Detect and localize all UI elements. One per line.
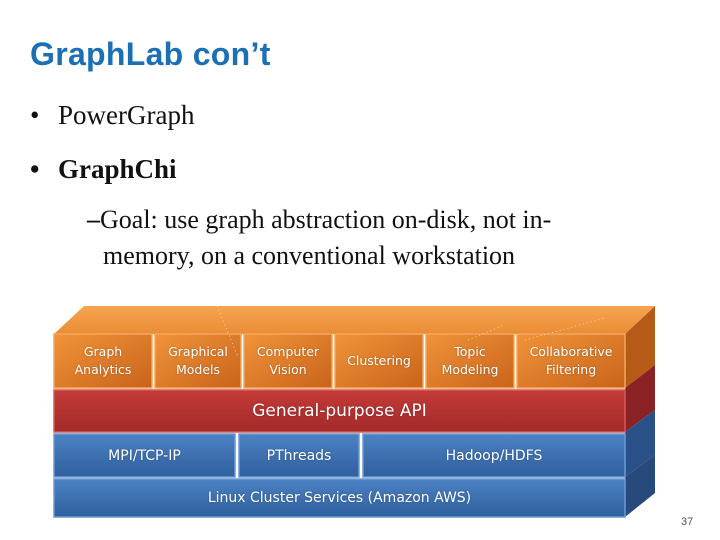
infra-layer-label: Linux Cluster Services (Amazon AWS) bbox=[207, 490, 472, 506]
runtime-label-pthreads: PThreads bbox=[266, 448, 332, 464]
label-line: Clustering bbox=[347, 353, 411, 368]
app-layer-top bbox=[54, 306, 655, 334]
app-label-computer-vision: Computer Vision bbox=[244, 343, 332, 379]
page-number: 37 bbox=[681, 516, 694, 528]
app-label-topic-modeling: Topic Modeling bbox=[426, 343, 514, 379]
app-label-collaborative-filtering: Collaborative Filtering bbox=[517, 343, 625, 379]
app-label-graphical-models: Graphical Models bbox=[155, 343, 241, 379]
runtime-label-mpi: MPI/TCP-IP bbox=[108, 448, 181, 464]
label-line: Computer bbox=[256, 344, 320, 359]
runtime-label-hadoop: Hadoop/HDFS bbox=[445, 448, 543, 464]
label-line: Vision bbox=[269, 362, 307, 377]
label-line: Analytics bbox=[74, 362, 132, 377]
label-line: Topic bbox=[454, 344, 486, 359]
label-line: Models bbox=[175, 362, 221, 377]
label-line: Graphical bbox=[168, 344, 228, 359]
app-label-graph-analytics: Graph Analytics bbox=[54, 343, 152, 379]
label-line: Filtering bbox=[545, 362, 597, 377]
app-label-clustering: Clustering bbox=[335, 352, 423, 370]
label-line: Collaborative bbox=[529, 344, 613, 359]
api-layer-label: General-purpose API bbox=[252, 401, 427, 421]
label-line: Modeling bbox=[441, 362, 499, 377]
label-line: Graph bbox=[83, 344, 123, 359]
